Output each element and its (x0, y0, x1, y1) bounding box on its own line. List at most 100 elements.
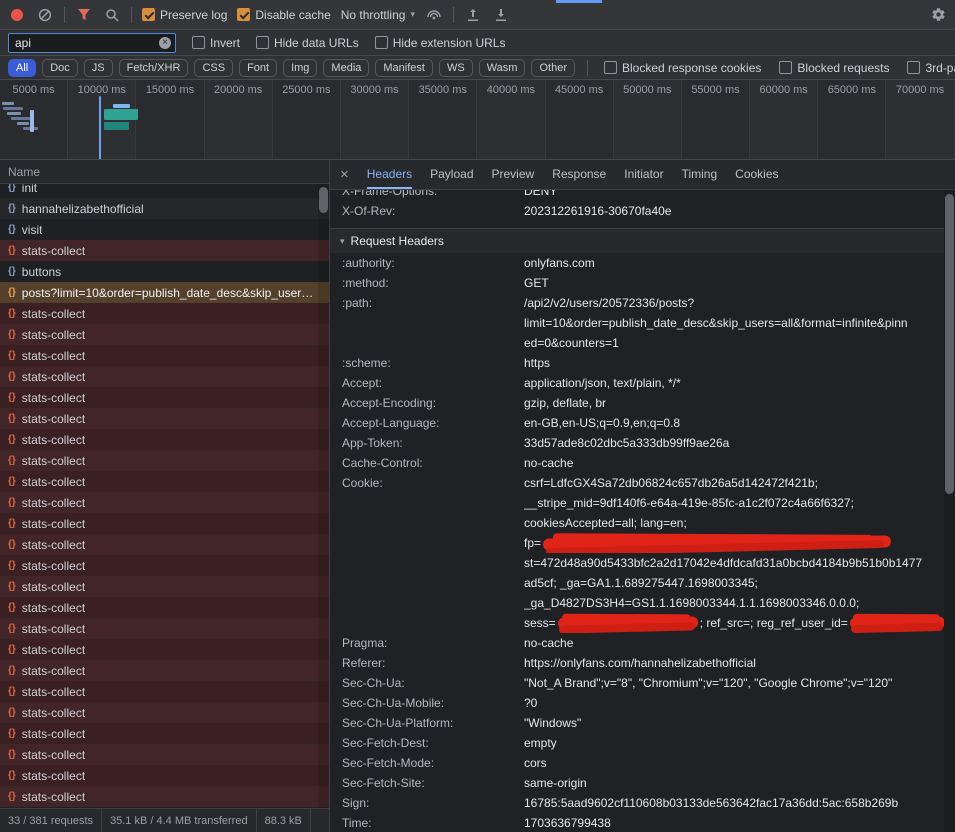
filter-type-font[interactable]: Font (239, 59, 277, 77)
header-value: https (524, 353, 944, 373)
request-row-stats-collect[interactable]: {}stats-collect (0, 744, 329, 765)
checkbox-blocked-requests[interactable]: Blocked requests (779, 61, 889, 75)
request-row-hannahelizabethofficial[interactable]: {}hannahelizabethofficial (0, 198, 329, 219)
export-har-button[interactable] (492, 6, 510, 24)
details-scrollbar[interactable] (944, 190, 955, 832)
clear-button[interactable] (36, 6, 54, 24)
request-row-stats-collect[interactable]: {}stats-collect (0, 660, 329, 681)
request-list-scrollbar[interactable] (318, 184, 329, 808)
disclosure-triangle-icon: ▾ (340, 236, 345, 247)
hide-extension-urls-checkbox[interactable]: Hide extension URLs (375, 36, 506, 50)
scrollbar-thumb[interactable] (945, 194, 954, 494)
filter-type-css[interactable]: CSS (194, 59, 233, 77)
header-value-text: csrf=LdfcGX4Sa72db06824c657db26a5d142472… (524, 476, 818, 490)
record-button[interactable] (8, 6, 26, 24)
request-row-buttons[interactable]: {}buttons (0, 261, 329, 282)
request-row-stats-collect[interactable]: {}stats-collect (0, 534, 329, 555)
tab-cookies[interactable]: Cookies (735, 160, 778, 189)
checkbox-3rd-party-requests[interactable]: 3rd-party requests (907, 61, 955, 75)
request-row-stats-collect[interactable]: {}stats-collect (0, 786, 329, 807)
filter-type-all[interactable]: All (8, 59, 36, 77)
request-row-visit[interactable]: {}visit (0, 219, 329, 240)
header-row-pragma: Pragma:no-cache (330, 633, 944, 653)
hide-data-urls-checkbox[interactable]: Hide data URLs (256, 36, 359, 50)
filter-type-img[interactable]: Img (283, 59, 317, 77)
close-details-icon[interactable]: × (340, 167, 349, 182)
filter-type-wasm[interactable]: Wasm (479, 59, 526, 77)
invert-checkbox[interactable]: Invert (192, 36, 240, 50)
scrollbar-thumb[interactable] (319, 187, 328, 213)
script-icon: {} (8, 686, 16, 697)
request-row-stats-collect[interactable]: {}stats-collect (0, 429, 329, 450)
script-icon: {} (8, 770, 16, 781)
timeline-overview[interactable]: 5000 ms10000 ms15000 ms20000 ms25000 ms3… (0, 80, 955, 160)
preserve-log-checkbox[interactable]: Preserve log (142, 8, 227, 22)
tab-headers[interactable]: Headers (367, 160, 412, 189)
disable-cache-checkbox[interactable]: Disable cache (237, 8, 330, 22)
request-row-stats-collect[interactable]: {}stats-collect (0, 765, 329, 786)
header-value-text: st=472d48a90d5433bfc2a2d17042e4dfdcafd31… (524, 556, 922, 570)
filter-type-other[interactable]: Other (531, 59, 575, 77)
request-row-stats-collect[interactable]: {}stats-collect (0, 723, 329, 744)
header-value: en-GB,en-US;q=0.9,en;q=0.8 (524, 413, 944, 433)
network-conditions-button[interactable] (425, 6, 443, 24)
tab-initiator[interactable]: Initiator (624, 160, 663, 189)
overview-activity-bar (11, 117, 30, 120)
request-name: stats-collect (22, 349, 85, 363)
checkbox-blocked-response-cookies[interactable]: Blocked response cookies (604, 61, 761, 75)
header-value-text: application/json, text/plain, */* (524, 376, 681, 390)
checkbox-box (375, 36, 388, 49)
timeline-tick-label: 15000 ms (146, 84, 194, 96)
request-row-stats-collect[interactable]: {}stats-collect (0, 555, 329, 576)
filter-type-manifest[interactable]: Manifest (375, 59, 433, 77)
filter-input[interactable] (8, 33, 176, 53)
timeline-tick-label: 55000 ms (691, 84, 739, 96)
details-tab-bar: × Headers Payload Preview Response Initiator… (330, 160, 955, 190)
request-row-stats-collect[interactable]: {}stats-collect (0, 366, 329, 387)
request-row-stats-collect[interactable]: {}stats-collect (0, 639, 329, 660)
request-row-stats-collect[interactable]: {}stats-collect (0, 702, 329, 723)
tab-preview[interactable]: Preview (492, 160, 535, 189)
request-row-posts-limit-10-order-publish-date-desc-s[interactable]: {}posts?limit=10&order=publish_date_desc… (0, 282, 329, 303)
request-row-stats-collect[interactable]: {}stats-collect (0, 471, 329, 492)
tab-response[interactable]: Response (552, 160, 606, 189)
filter-type-ws[interactable]: WS (439, 59, 473, 77)
request-name: stats-collect (22, 391, 85, 405)
request-row-stats-collect[interactable]: {}stats-collect (0, 492, 329, 513)
filter-type-doc[interactable]: Doc (42, 59, 78, 77)
filter-type-media[interactable]: Media (323, 59, 369, 77)
request-row-stats-collect[interactable]: {}stats-collect (0, 387, 329, 408)
request-headers-section-header[interactable]: ▾ Request Headers (330, 228, 944, 253)
response-headers-tail: X-Frame-Options:DENYX-Of-Rev:20231226191… (330, 190, 944, 221)
search-button[interactable] (103, 6, 121, 24)
import-har-button[interactable] (464, 6, 482, 24)
filter-type-js[interactable]: JS (84, 59, 113, 77)
request-row-stats-collect[interactable]: {}stats-collect (0, 513, 329, 534)
request-row-stats-collect[interactable]: {}stats-collect (0, 618, 329, 639)
request-row-stats-collect[interactable]: {}stats-collect (0, 303, 329, 324)
request-row-stats-collect[interactable]: {}stats-collect (0, 240, 329, 261)
request-row-stats-collect[interactable]: {}stats-collect (0, 576, 329, 597)
header-value-text: DENY (524, 190, 557, 198)
filter-input-wrap: × (8, 33, 176, 53)
request-row-stats-collect[interactable]: {}stats-collect (0, 681, 329, 702)
checkbox-label: Preserve log (160, 8, 227, 22)
request-row-init[interactable]: {}init (0, 184, 329, 198)
throttling-select[interactable]: No throttling ▾ (341, 8, 415, 22)
header-row-accept-encoding: Accept-Encoding:gzip, deflate, br (330, 393, 944, 413)
header-value: empty (524, 733, 944, 753)
name-column-header[interactable]: Name (0, 160, 329, 184)
filter-type-fetch-xhr[interactable]: Fetch/XHR (119, 59, 189, 77)
request-row-stats-collect[interactable]: {}stats-collect (0, 450, 329, 471)
request-row-stats-collect[interactable]: {}stats-collect (0, 597, 329, 618)
request-row-stats-collect[interactable]: {}stats-collect (0, 324, 329, 345)
filter-toggle-button[interactable] (75, 6, 93, 24)
transferred-size: 35.1 kB / 4.4 MB transferred (102, 809, 257, 832)
settings-button[interactable] (929, 6, 947, 24)
request-row-stats-collect[interactable]: {}stats-collect (0, 408, 329, 429)
tab-timing[interactable]: Timing (682, 160, 718, 189)
tab-payload[interactable]: Payload (430, 160, 473, 189)
clear-filter-icon[interactable]: × (159, 37, 171, 49)
header-name: :path: (330, 293, 524, 313)
request-row-stats-collect[interactable]: {}stats-collect (0, 345, 329, 366)
